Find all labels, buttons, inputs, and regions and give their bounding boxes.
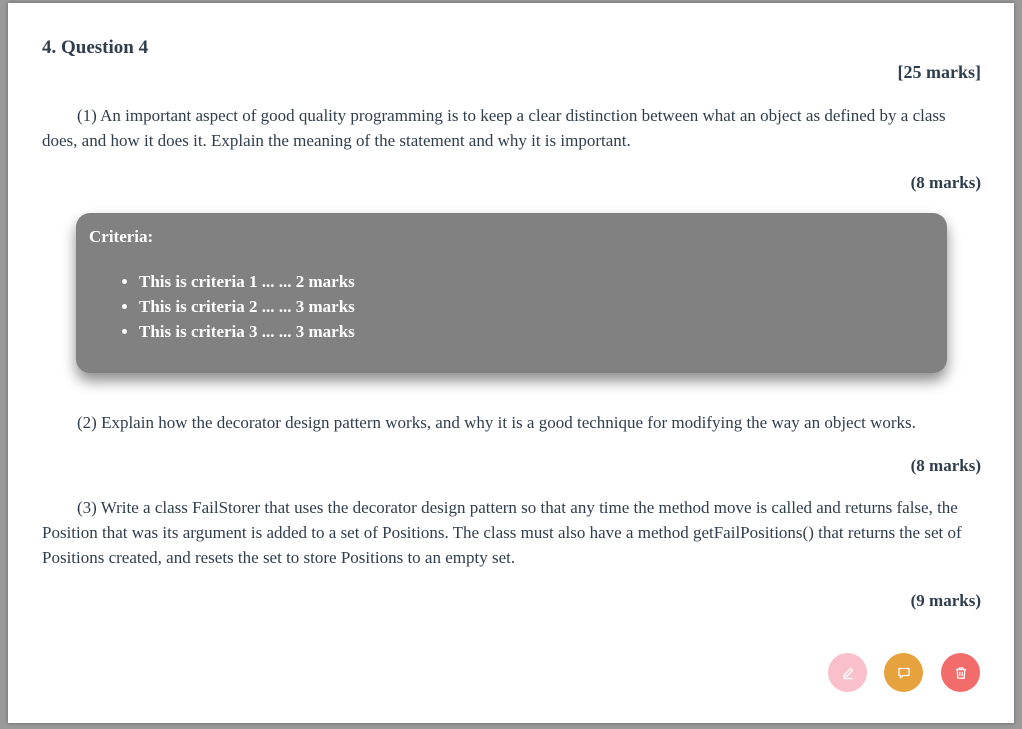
comment-button[interactable] [884, 653, 923, 692]
question-title: 4. Question 4 [42, 37, 149, 58]
criteria-item: This is criteria 3 ... ... 3 marks [139, 319, 355, 344]
criteria-item: This is criteria 1 ... ... 2 marks [139, 269, 355, 294]
total-marks: [25 marks] [897, 62, 982, 82]
edit-icon [840, 665, 856, 681]
edit-button[interactable] [828, 653, 867, 692]
part-3-text: (3) Write a class FailStorer that uses t… [42, 498, 962, 567]
trash-icon [953, 665, 969, 681]
part-1-text: (1) An important aspect of good quality … [42, 106, 946, 150]
part-2-text: (2) Explain how the decorator design pat… [77, 413, 916, 432]
criteria-list: This is criteria 1 ... ... 2 marks This … [120, 269, 355, 344]
criteria-box: Criteria: This is criteria 1 ... ... 2 m… [76, 213, 947, 373]
delete-button[interactable] [941, 653, 980, 692]
comment-icon [896, 665, 912, 681]
part-2-marks: (8 marks) [910, 456, 981, 475]
part-1-marks: (8 marks) [910, 173, 981, 192]
question-card: 4. Question 4 [25 marks] (1) An importan… [8, 3, 1014, 723]
criteria-heading: Criteria: [89, 227, 154, 246]
criteria-item: This is criteria 2 ... ... 3 marks [139, 294, 355, 319]
part-3-marks: (9 marks) [910, 591, 981, 610]
